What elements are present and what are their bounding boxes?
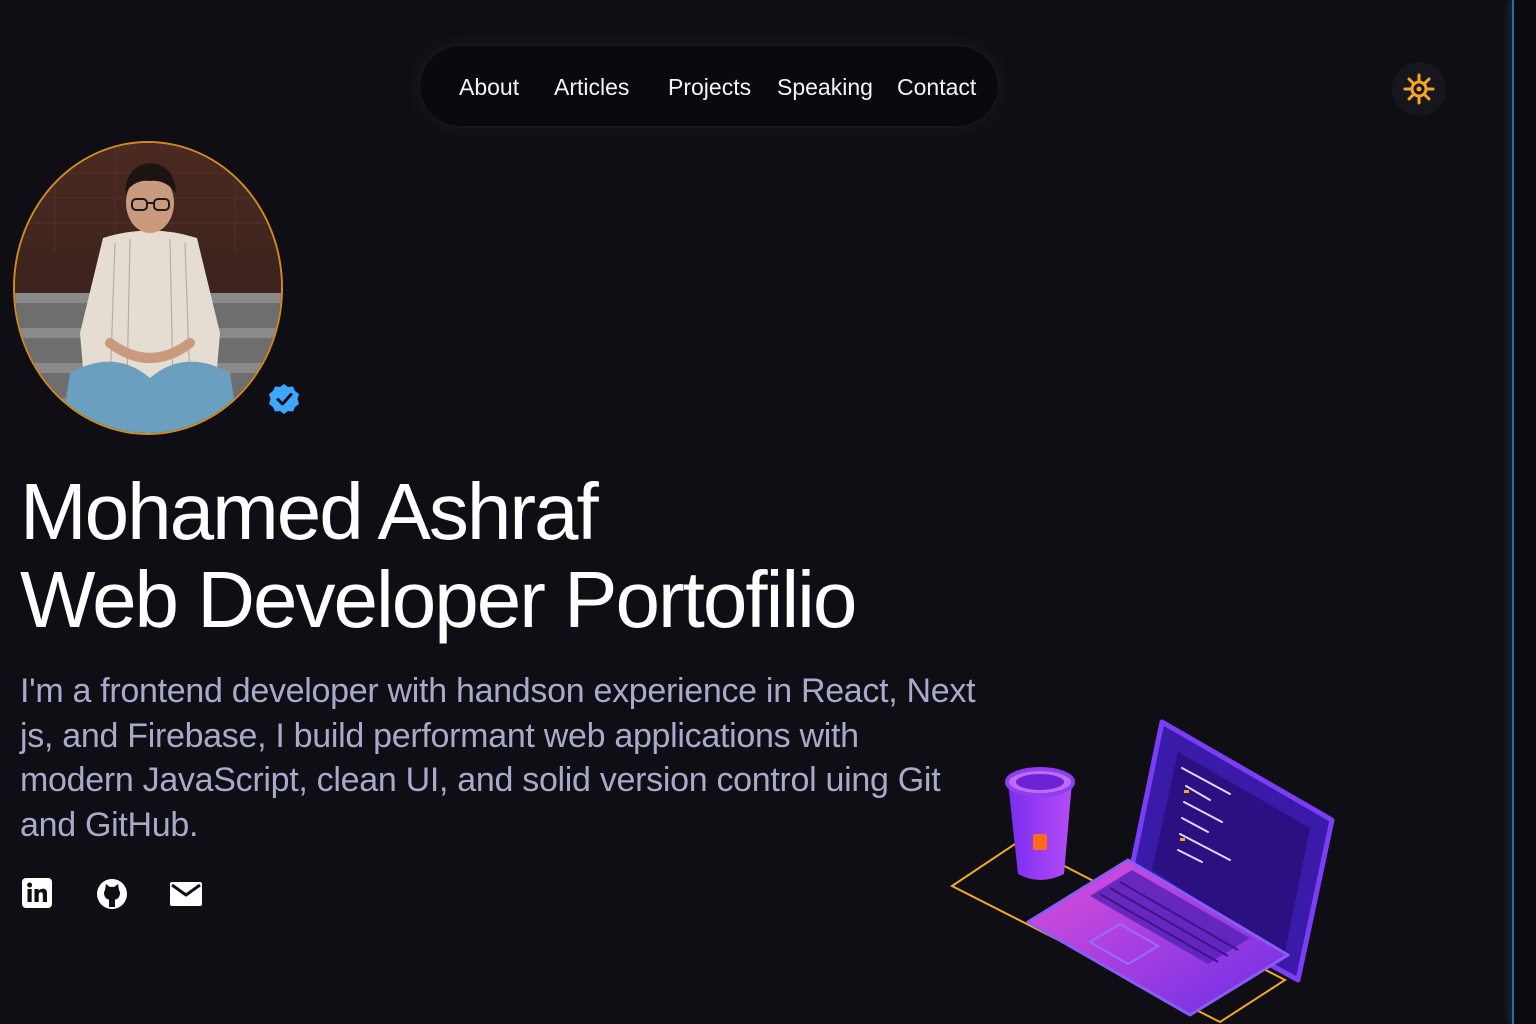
nav-item-about[interactable]: About [459, 74, 519, 100]
email-link[interactable] [168, 876, 204, 912]
nav-item-contact[interactable]: Contact [897, 74, 976, 100]
profile-avatar-wrapper [13, 141, 299, 437]
linkedin-link[interactable] [20, 876, 56, 912]
page-edge-divider [1512, 0, 1536, 1024]
nav-item-projects[interactable]: Projects [668, 74, 751, 100]
nav-item-articles[interactable]: Articles [554, 74, 629, 100]
verified-badge-icon [269, 384, 299, 414]
sun-icon [1403, 73, 1435, 105]
laptop-coffee-illustration [950, 719, 1335, 1024]
profile-photo [15, 143, 281, 433]
mail-icon [170, 882, 202, 906]
github-link[interactable] [94, 876, 130, 912]
page-title: Mohamed Ashraf Web Developer Portofilio [20, 467, 857, 644]
title-line-role: Web Developer Portofilio [20, 555, 857, 644]
theme-toggle-button[interactable] [1392, 62, 1446, 116]
bio-paragraph: I'm a frontend developer with handson ex… [20, 672, 976, 844]
github-icon [97, 879, 127, 909]
title-line-name: Mohamed Ashraf [20, 467, 599, 556]
top-navigation: About Articles Projects Speaking Contact [420, 46, 998, 126]
avatar [13, 141, 283, 435]
linkedin-icon [22, 878, 52, 908]
nav-item-speaking[interactable]: Speaking [777, 74, 873, 100]
